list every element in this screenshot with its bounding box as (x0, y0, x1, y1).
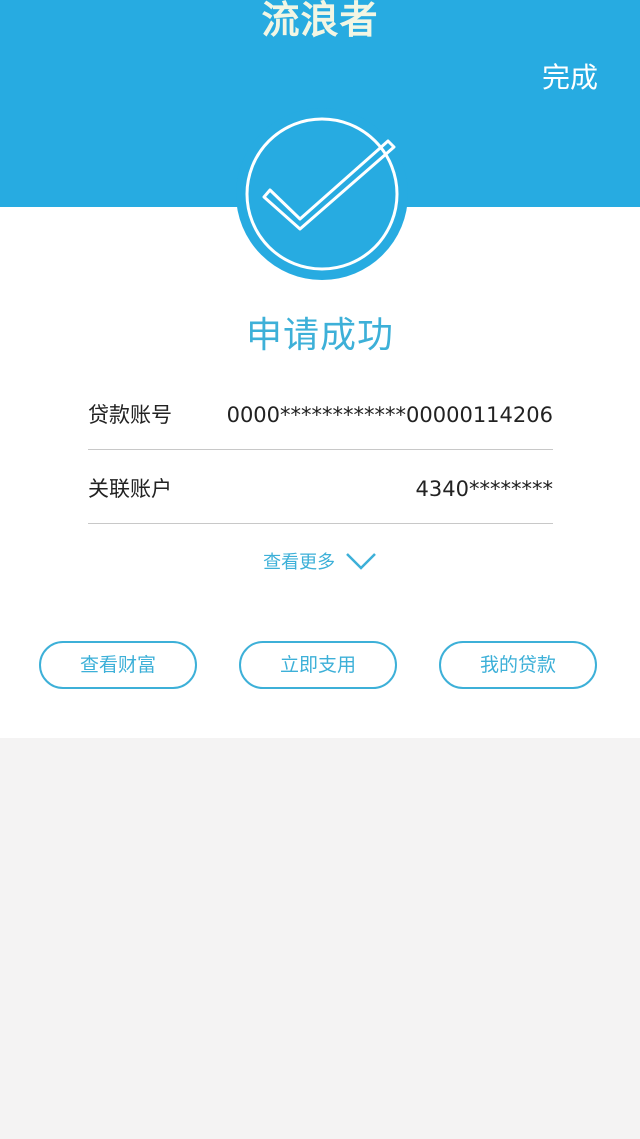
watermark-text: 流浪者 (261, 0, 379, 42)
linked-account-row: 关联账户 4340******** (88, 455, 553, 524)
loan-account-row: 贷款账号 0000************00000114206 (88, 381, 553, 450)
linked-account-label: 关联账户 (88, 477, 172, 501)
done-button[interactable]: 完成 (542, 56, 598, 96)
withdraw-now-button[interactable]: 立即支用 (239, 641, 397, 689)
show-more-label: 查看更多 (263, 552, 336, 573)
checkmark-circle-icon (236, 108, 408, 280)
loan-account-value: 0000************00000114206 (226, 403, 553, 427)
linked-account-value: 4340******** (415, 477, 553, 501)
page-title: 申请成功 (245, 315, 394, 356)
success-page: 流浪者 完成 申请成功 贷款账号 0000************0000011… (0, 0, 640, 1139)
loan-account-label: 贷款账号 (88, 403, 172, 427)
view-wealth-button[interactable]: 查看财富 (39, 641, 197, 689)
chevron-down-icon (345, 553, 376, 570)
my-loans-button[interactable]: 我的贷款 (439, 641, 597, 689)
show-more-button[interactable]: 查看更多 (0, 548, 640, 574)
